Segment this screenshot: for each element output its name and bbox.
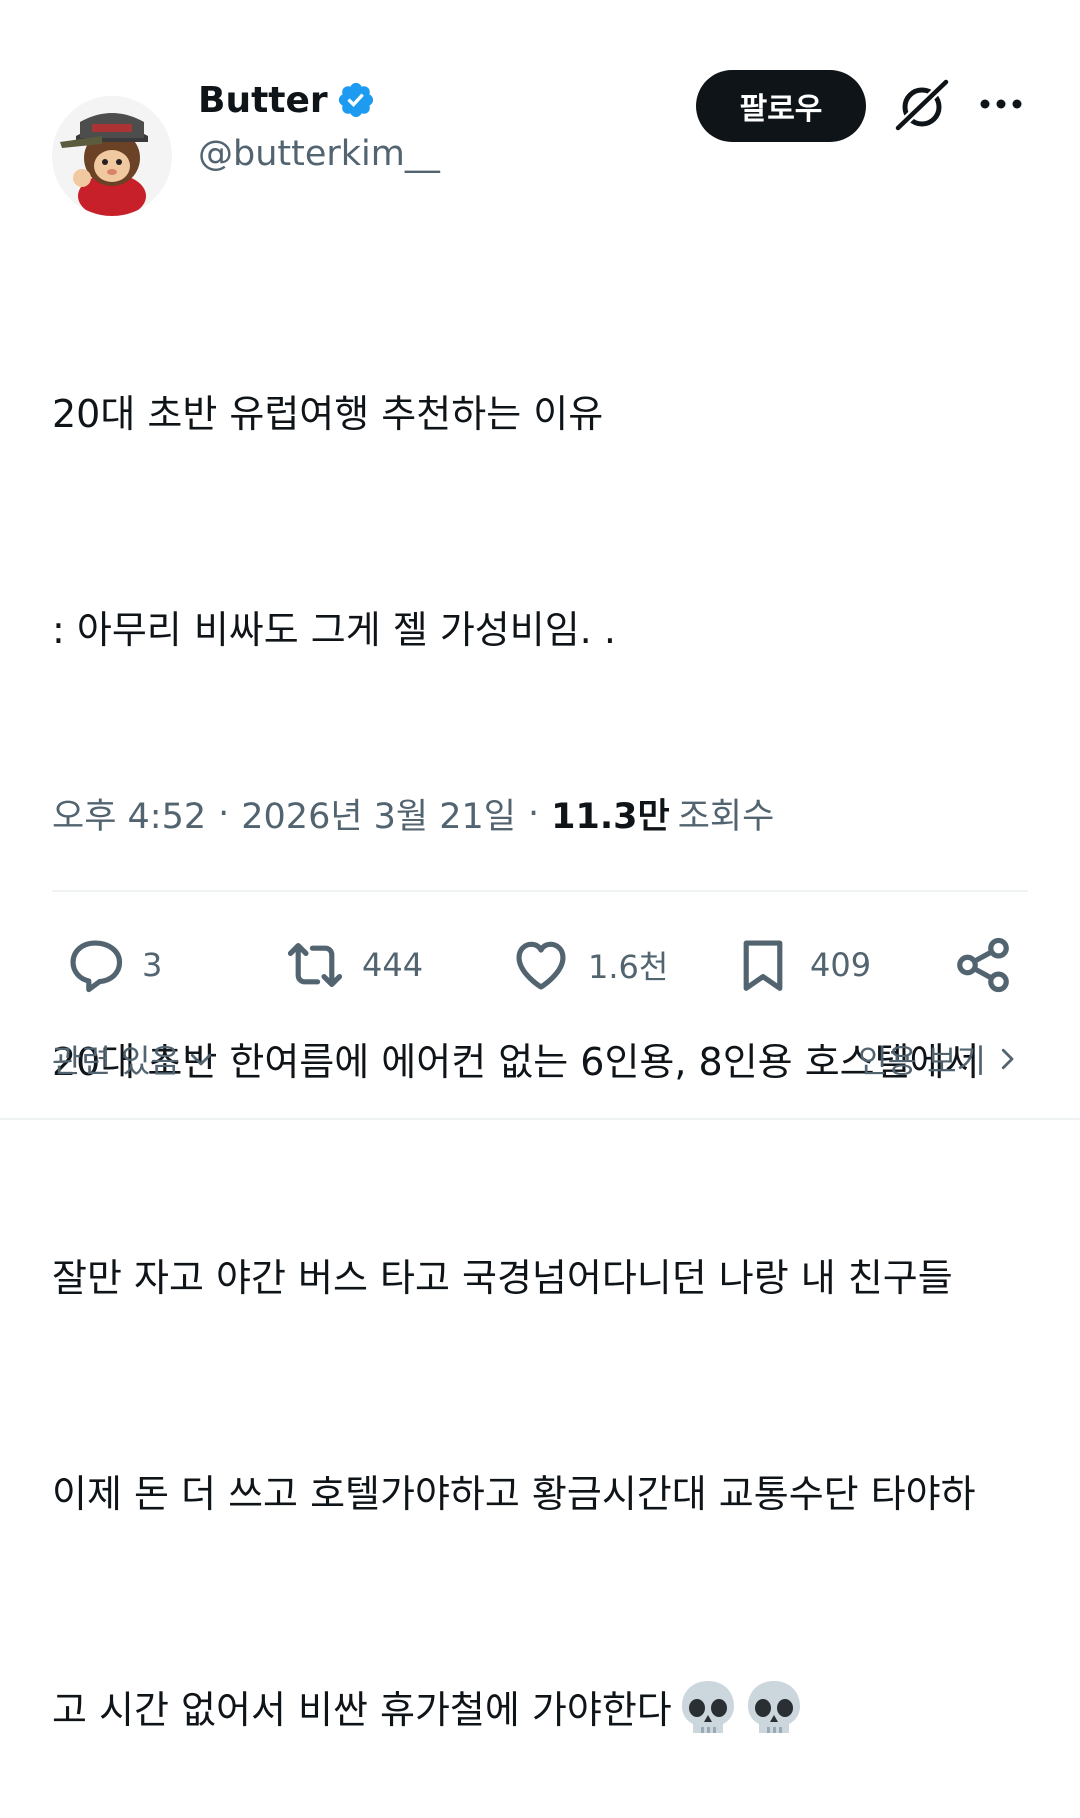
more-icon[interactable] — [977, 84, 1025, 124]
tweet-time[interactable]: 오후 4:52 — [52, 788, 206, 839]
tweet-meta: 오후 4:52 · 2026년 3월 21일 · 11.3만 조회수 — [52, 788, 774, 839]
skull-emoji-icon — [747, 1681, 800, 1733]
avatar-image — [52, 96, 172, 216]
tweet-date[interactable]: 2026년 3월 21일 — [241, 788, 516, 839]
share-icon — [957, 937, 1009, 993]
reply-button[interactable]: 3 — [64, 930, 162, 1000]
tweet-header: Butter @butterkim__ 팔로우 — [52, 68, 1028, 216]
avatar[interactable] — [52, 96, 172, 216]
display-name-row: Butter — [198, 78, 440, 122]
tweet-line: 고 시간 없어서 비싼 휴가철에 가야한다 — [52, 1688, 672, 1732]
reply-icon — [70, 940, 123, 993]
bookmark-button[interactable]: 409 — [732, 930, 871, 1000]
share-button[interactable] — [952, 930, 1014, 1000]
tweet-footer: 관련 있음 인용 보기 — [52, 1036, 1028, 1086]
bottom-divider — [0, 1118, 1080, 1120]
chevron-down-icon — [190, 1053, 212, 1066]
quotes-label: 인용 보기 — [858, 1042, 986, 1080]
follow-button[interactable]: 팔로우 — [696, 70, 866, 142]
grok-icon[interactable] — [892, 76, 952, 136]
chevron-right-icon — [1001, 1048, 1014, 1070]
meta-separator: · — [218, 793, 230, 834]
handle[interactable]: @butterkim__ — [198, 134, 440, 174]
divider — [52, 890, 1028, 892]
retweet-icon — [287, 943, 343, 987]
like-button[interactable]: 1.6천 — [510, 930, 668, 1000]
retweet-button[interactable]: 444 — [284, 930, 423, 1000]
tweet-text: 20대 초반 유럽여행 추천하는 이유 : 아무리 비싸도 그게 젤 가성비임.… — [52, 234, 1042, 1818]
like-count: 1.6천 — [588, 948, 669, 986]
view-quotes-link[interactable]: 인용 보기 — [858, 1036, 1022, 1082]
retweet-count: 444 — [362, 946, 424, 984]
author-block: Butter @butterkim__ — [198, 78, 440, 175]
bookmark-count: 409 — [810, 946, 872, 984]
verified-badge-icon[interactable] — [336, 80, 376, 120]
action-bar: 3 444 1.6천 409 — [52, 930, 1028, 1000]
related-label: 관련 있음 — [52, 1042, 180, 1080]
related-link[interactable]: 관련 있음 — [52, 1036, 216, 1082]
views-count: 11.3만 — [551, 797, 670, 837]
skull-emoji-icon — [681, 1681, 734, 1733]
tweet-line: 잘만 자고 야간 버스 타고 국경넘어다니던 나랑 내 친구들 — [52, 1256, 953, 1300]
views-label: 조회수 — [677, 797, 775, 837]
reply-count: 3 — [142, 946, 163, 984]
display-name[interactable]: Butter — [198, 80, 328, 121]
tweet-last-line: 고 시간 없어서 비싼 휴가철에 가야한다 — [52, 1674, 1042, 1746]
tweet-line: 20대 초반 유럽여행 추천하는 이유 — [52, 392, 604, 436]
tweet-line: : 아무리 비싸도 그게 젤 가성비임. . — [52, 608, 616, 652]
heart-icon — [516, 941, 566, 990]
bookmark-icon — [743, 940, 783, 991]
tweet-line: 이제 돈 더 쓰고 호텔가야하고 황금시간대 교통수단 타야하 — [52, 1472, 976, 1516]
meta-separator: · — [528, 793, 540, 834]
